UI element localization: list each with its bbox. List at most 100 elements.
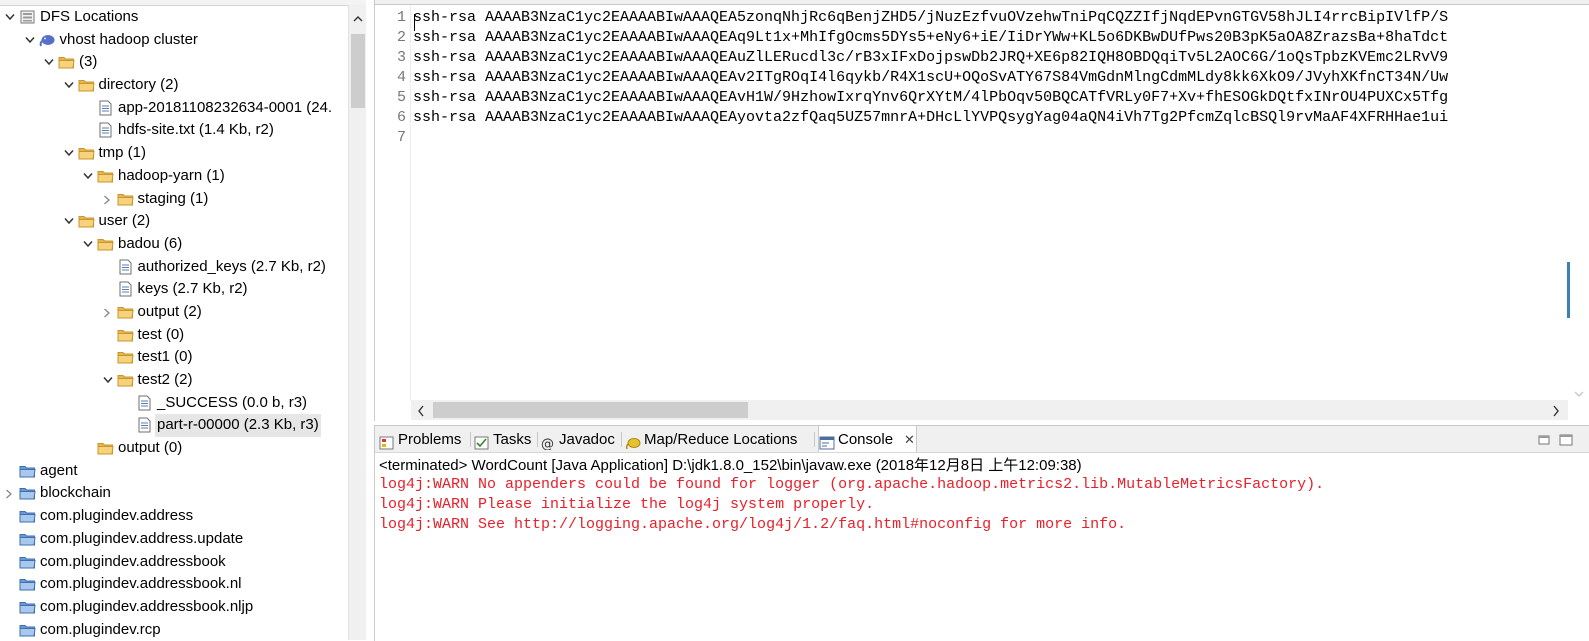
tree-row[interactable]: output (2)	[0, 301, 348, 324]
tree-item-label: com.plugindev.rcp	[40, 620, 161, 638]
twisty-expanded-icon[interactable]	[23, 29, 37, 52]
tree-item-label: directory (2)	[98, 76, 179, 94]
tree-item-label: keys (2.7 Kb, r2)	[137, 280, 248, 298]
tree-row[interactable]: blockchain	[0, 482, 348, 505]
twisty-expanded-icon[interactable]	[3, 6, 17, 29]
tree-item-label: test (0)	[137, 325, 185, 343]
tab-label: Console	[838, 431, 894, 448]
minimize-maximize-icon[interactable]	[1538, 433, 1578, 450]
tree-item-label: test2 (2)	[137, 371, 193, 388]
tab-label: Problems	[398, 431, 462, 448]
file-icon	[97, 122, 114, 138]
scroll-right-arrow-icon[interactable]	[1552, 404, 1560, 421]
tree-item-label: test1 (0)	[137, 348, 193, 366]
tree-item-label: authorized_keys (2.7 Kb, r2)	[137, 257, 326, 275]
tree-row[interactable]: DFS Locations	[0, 6, 348, 29]
folder-icon	[117, 349, 134, 365]
folder-icon	[78, 145, 95, 161]
tree-row[interactable]: keys (2.7 Kb, r2)	[0, 278, 348, 301]
folder-icon	[117, 191, 134, 207]
tree-row[interactable]: vhost hadoop cluster	[0, 29, 348, 52]
line-number: 4	[396, 69, 406, 86]
folder-icon	[78, 213, 95, 229]
tree-row[interactable]: test (0)	[0, 324, 348, 347]
tree-row[interactable]: (3)	[0, 51, 348, 74]
folder-icon	[97, 440, 114, 456]
scrollbar-thumb[interactable]	[351, 34, 365, 108]
scrollbar-thumb[interactable]	[433, 402, 748, 418]
editor-text-area[interactable]: ssh-rsa AAAAB3NzaC1yc2EAAAABIwAAAQEA5zon…	[413, 5, 1568, 398]
code-line: ssh-rsa AAAAB3NzaC1yc2EAAAABIwAAAQEA5zon…	[413, 9, 1449, 26]
tree-item-label: agent	[40, 461, 78, 479]
tree-row[interactable]: hadoop-yarn (1)	[0, 165, 348, 188]
tree-row[interactable]: app-20181108232634-0001 (24.	[0, 97, 348, 120]
tree-row[interactable]: part-r-00000 (2.3 Kb, r3)	[0, 414, 348, 438]
tree-item-label: com.plugindev.addressbook.nljp	[40, 597, 254, 615]
twisty-collapsed-icon[interactable]	[101, 188, 115, 211]
tree-row[interactable]: staging (1)	[0, 188, 348, 211]
twisty-expanded-icon[interactable]	[81, 233, 95, 256]
project-icon	[19, 576, 36, 592]
tree-item-label: badou (6)	[118, 234, 183, 252]
project-icon	[19, 531, 36, 547]
tree-item-label: hdfs-site.txt (1.4 Kb, r2)	[118, 121, 274, 139]
tree-row[interactable]: com.plugindev.addressbook.nljp	[0, 596, 348, 619]
twisty-expanded-icon[interactable]	[101, 369, 115, 392]
twisty-expanded-icon[interactable]	[62, 210, 76, 233]
overview-ruler-marker[interactable]	[1567, 262, 1570, 318]
file-icon	[97, 100, 114, 116]
scroll-up-arrow-icon[interactable]	[353, 10, 363, 27]
project-icon	[19, 599, 36, 615]
line-number: 1	[396, 9, 406, 26]
tree-row[interactable]: user (2)	[0, 210, 348, 233]
scroll-left-arrow-icon[interactable]	[417, 404, 425, 421]
twisty-expanded-icon[interactable]	[62, 142, 76, 165]
tree-row[interactable]: com.plugindev.address	[0, 505, 348, 528]
folder-icon	[97, 168, 114, 184]
tree-row[interactable]: badou (6)	[0, 233, 348, 256]
code-line: ssh-rsa AAAAB3NzaC1yc2EAAAABIwAAAQEAvH1W…	[413, 89, 1449, 106]
tab-label: Javadoc	[559, 431, 615, 448]
tree-item-label: vhost hadoop cluster	[59, 30, 198, 48]
tree-row[interactable]: agent	[0, 460, 348, 483]
tree: DFS Locations vhost hadoop cluster (3) d…	[0, 6, 348, 640]
editor-horizontal-scrollbar[interactable]	[411, 400, 1568, 420]
tree-row[interactable]: _SUCCESS (0.0 b, r3)	[0, 392, 348, 415]
tree-item-label: DFS Locations	[40, 8, 139, 25]
tree-row[interactable]: output (0)	[0, 437, 348, 460]
tree-row[interactable]: directory (2)	[0, 74, 348, 97]
editor-vertical-scrollbar[interactable]	[1568, 5, 1589, 400]
tree-row[interactable]: com.plugindev.address.update	[0, 528, 348, 551]
twisty-expanded-icon[interactable]	[42, 51, 56, 74]
dfs-locations-icon	[19, 9, 36, 25]
tree-item-label: blockchain	[40, 484, 111, 502]
console-line: log4j:WARN See http://logging.apache.org…	[379, 516, 1127, 533]
tree-row[interactable]: com.plugindev.addressbook	[0, 551, 348, 574]
tree-row[interactable]: com.plugindev.addressbook.nl	[0, 573, 348, 596]
twisty-expanded-icon[interactable]	[81, 165, 95, 188]
tab-console[interactable]: Console ✕	[818, 426, 917, 452]
tree-row[interactable]: authorized_keys (2.7 Kb, r2)	[0, 256, 348, 279]
tree-row[interactable]: test2 (2)	[0, 369, 348, 392]
tab-label: Map/Reduce Locations	[644, 431, 798, 448]
tree-row[interactable]: com.plugindev.rcp	[0, 619, 348, 640]
twisty-collapsed-icon[interactable]	[101, 301, 115, 324]
close-icon[interactable]: ✕	[904, 426, 915, 452]
tree-item-label: app-20181108232634-0001 (24.	[118, 98, 333, 116]
line-number: 2	[396, 29, 406, 46]
code-line: ssh-rsa AAAAB3NzaC1yc2EAAAABIwAAAQEAv2IT…	[413, 69, 1449, 86]
line-number-gutter: 1 2 3 4 5 6 7	[375, 5, 411, 401]
tree-row[interactable]: test1 (0)	[0, 346, 348, 369]
tree-item-label: hadoop-yarn (1)	[118, 166, 225, 184]
scroll-down-arrow-icon[interactable]	[1574, 385, 1584, 402]
twisty-collapsed-icon[interactable]	[3, 482, 17, 505]
folder-icon	[117, 372, 134, 388]
tree-item-label: staging (1)	[137, 189, 209, 207]
tree-vertical-scrollbar[interactable]	[348, 5, 366, 640]
tree-row[interactable]: tmp (1)	[0, 142, 348, 165]
tree-row[interactable]: hdfs-site.txt (1.4 Kb, r2)	[0, 119, 348, 142]
folder-icon	[78, 77, 95, 93]
twisty-expanded-icon[interactable]	[62, 74, 76, 97]
problems-icon	[379, 432, 395, 450]
text-editor: 1 2 3 4 5 6 7 ssh-rsa AAAAB3NzaC1yc2EAAAABIwAA…	[374, 0, 1589, 421]
